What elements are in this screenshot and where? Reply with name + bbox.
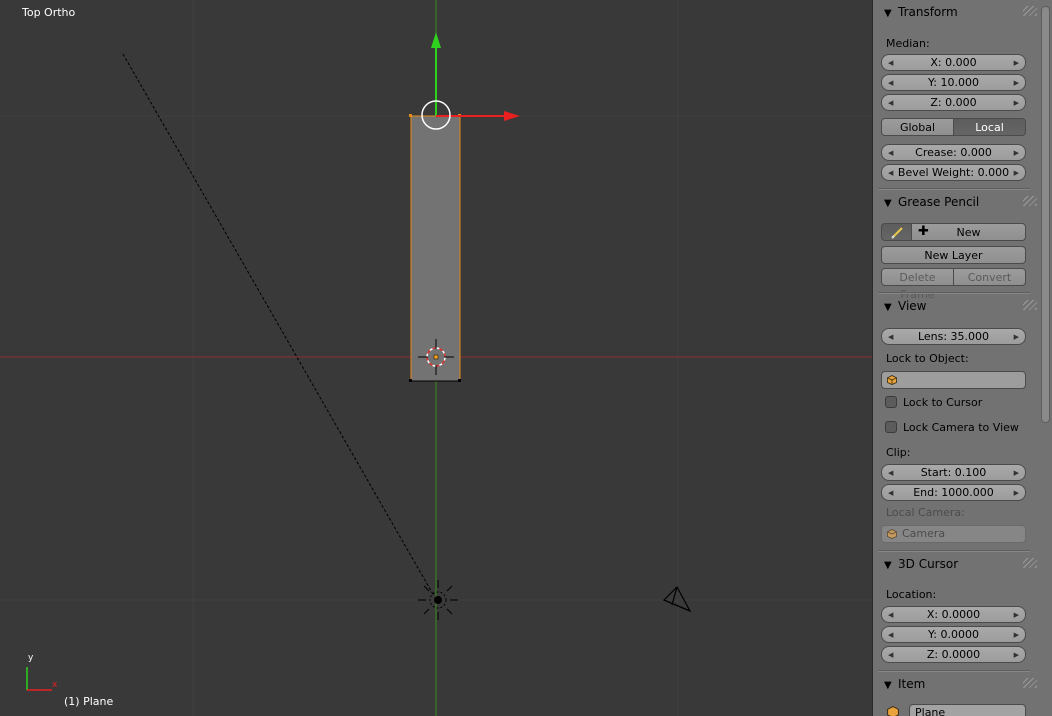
view-name-label: Top Ortho xyxy=(22,6,76,19)
cube-icon xyxy=(887,529,897,539)
lock-to-cursor-checkbox[interactable] xyxy=(885,396,897,408)
clip-end-field[interactable]: ◀ End: 1000.000 ▶ xyxy=(881,484,1026,501)
panel-header-transform[interactable]: ▼ Transform xyxy=(878,5,1030,25)
panel-grip-icon[interactable] xyxy=(1023,300,1037,310)
plus-icon: ✚ xyxy=(918,224,929,239)
properties-sidebar[interactable]: ▼ Transform Median: ◀ X: 0.000 ▶ ◀ Y: 10.000… xyxy=(872,0,1052,716)
sidebar-scrollbar[interactable] xyxy=(1041,6,1050,423)
delete-frame-button[interactable]: Delete Frame xyxy=(881,268,954,301)
global-toggle[interactable]: Global xyxy=(881,118,954,136)
lamp-object[interactable] xyxy=(418,580,458,620)
lock-to-cursor-label: Lock to Cursor xyxy=(903,396,983,409)
new-grease-pencil-button[interactable]: ✚ New xyxy=(911,223,1026,241)
panel-header-grease-pencil[interactable]: ▼ Grease Pencil xyxy=(878,195,1030,215)
panel-divider xyxy=(878,188,1030,190)
bevel-weight-field[interactable]: ◀ Bevel Weight: 0.000 ▶ xyxy=(881,164,1026,181)
collapse-triangle-icon: ▼ xyxy=(884,680,892,691)
panel-grip-icon[interactable] xyxy=(1023,678,1037,688)
cube-icon xyxy=(887,706,899,716)
viewport-canvas[interactable] xyxy=(0,0,872,716)
panel-divider xyxy=(878,550,1030,552)
collapse-triangle-icon: ▼ xyxy=(884,302,892,313)
median-z-field[interactable]: ◀ Z: 0.000 ▶ xyxy=(881,94,1026,111)
local-camera-field[interactable]: Camera xyxy=(881,525,1026,543)
cursor-z-field[interactable]: ◀ Z: 0.0000 ▶ xyxy=(881,646,1026,663)
clip-label: Clip: xyxy=(886,446,911,459)
cube-icon xyxy=(887,375,897,385)
lamp-direction-line xyxy=(122,53,435,597)
panel-grip-icon[interactable] xyxy=(1023,558,1037,568)
active-object-label: (1) Plane xyxy=(64,695,114,708)
clip-start-field[interactable]: ◀ Start: 0.100 ▶ xyxy=(881,464,1026,481)
panel-header-item[interactable]: ▼ Item xyxy=(878,677,1030,697)
collapse-triangle-icon: ▼ xyxy=(884,560,892,571)
panel-grip-icon[interactable] xyxy=(1023,196,1037,206)
axis-x-label: x xyxy=(52,680,58,690)
local-camera-label: Local Camera: xyxy=(886,506,965,519)
axis-gizmo xyxy=(26,667,52,691)
lens-field[interactable]: ◀ Lens: 35.000 ▶ xyxy=(881,328,1026,345)
pencil-icon[interactable] xyxy=(881,223,912,241)
lock-camera-label: Lock Camera to View xyxy=(903,421,1019,434)
axis-y-label: y xyxy=(28,653,34,663)
local-camera-value: Camera xyxy=(902,527,946,540)
median-x-field[interactable]: ◀ X: 0.000 ▶ xyxy=(881,54,1026,71)
panel-title: Transform xyxy=(898,5,958,19)
panel-divider xyxy=(878,670,1030,672)
location-label: Location: xyxy=(886,588,937,601)
median-label: Median: xyxy=(886,37,930,50)
item-name-field[interactable]: Plane xyxy=(909,704,1026,716)
local-toggle[interactable]: Local xyxy=(953,118,1026,136)
crease-field[interactable]: ◀ Crease: 0.000 ▶ xyxy=(881,144,1026,161)
panel-divider xyxy=(878,292,1030,294)
lock-object-field[interactable] xyxy=(881,371,1026,389)
panel-grip-icon[interactable] xyxy=(1023,6,1037,16)
lock-to-object-label: Lock to Object: xyxy=(886,352,969,365)
panel-header-3d-cursor[interactable]: ▼ 3D Cursor xyxy=(878,557,1030,577)
lock-camera-checkbox[interactable] xyxy=(885,421,897,433)
panel-header-view[interactable]: ▼ View xyxy=(878,299,1030,319)
new-layer-button[interactable]: New Layer xyxy=(881,246,1026,264)
item-name-value: Plane xyxy=(915,706,946,716)
transform-manipulator[interactable] xyxy=(421,32,520,130)
cursor-y-field[interactable]: ◀ Y: 0.0000 ▶ xyxy=(881,626,1026,643)
median-y-field[interactable]: ◀ Y: 10.000 ▶ xyxy=(881,74,1026,91)
collapse-triangle-icon: ▼ xyxy=(884,8,892,19)
cursor-x-field[interactable]: ◀ X: 0.0000 ▶ xyxy=(881,606,1026,623)
convert-button[interactable]: Convert xyxy=(953,268,1026,286)
camera-object[interactable] xyxy=(662,586,692,613)
collapse-triangle-icon: ▼ xyxy=(884,198,892,209)
3d-viewport[interactable]: Top Ortho (1) Plane y x xyxy=(0,0,872,716)
